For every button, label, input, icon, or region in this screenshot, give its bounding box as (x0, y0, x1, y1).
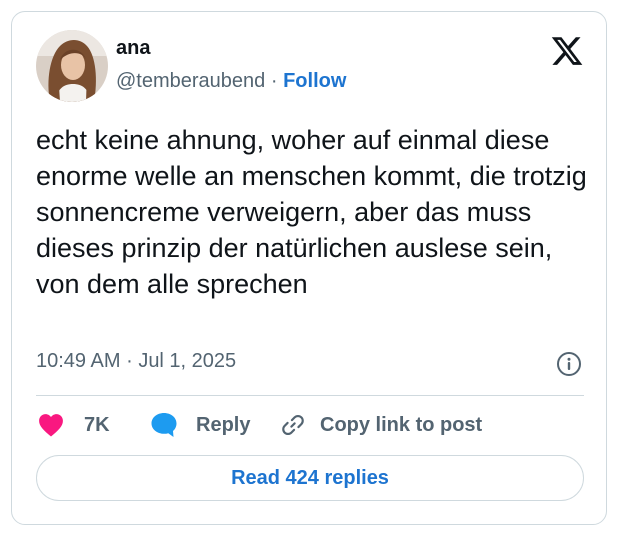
handle-separator: · (270, 70, 278, 92)
info-icon[interactable] (556, 351, 582, 377)
avatar[interactable] (36, 30, 108, 102)
heart-icon (39, 414, 63, 437)
speech-bubble-icon (151, 413, 177, 437)
meta-separator: · (126, 350, 133, 372)
copy-link-label: Copy link to post (320, 413, 483, 436)
follow-button[interactable]: Follow (283, 70, 346, 92)
reply-label: Reply (196, 413, 251, 436)
tweet-time[interactable]: 10:49 AM (36, 350, 121, 372)
tweet-card: ana @temberaubend · Follow echt keine ah… (11, 11, 607, 525)
tweet-text: echt keine ahnung, woher auf einmal dies… (36, 125, 587, 299)
tweet-date[interactable]: Jul 1, 2025 (138, 350, 236, 372)
read-replies-label: Read 424 replies (231, 466, 389, 489)
reply-button[interactable]: Reply (150, 410, 250, 440)
author-handle[interactable]: @temberaubend (116, 70, 265, 92)
author-name[interactable]: ana (116, 37, 150, 60)
tweet-meta: 10:49 AM · Jul 1, 2025 (36, 350, 236, 373)
copy-link-button[interactable]: Copy link to post (280, 410, 482, 440)
x-logo-icon[interactable] (550, 34, 584, 68)
read-replies-button[interactable]: Read 424 replies (36, 455, 584, 501)
author-handle-row: @temberaubend · Follow (116, 70, 346, 93)
like-button[interactable]: 7K (38, 410, 110, 440)
like-count: 7K (84, 413, 110, 436)
link-icon (282, 414, 304, 436)
divider (36, 395, 584, 396)
avatar-photo (36, 30, 108, 102)
